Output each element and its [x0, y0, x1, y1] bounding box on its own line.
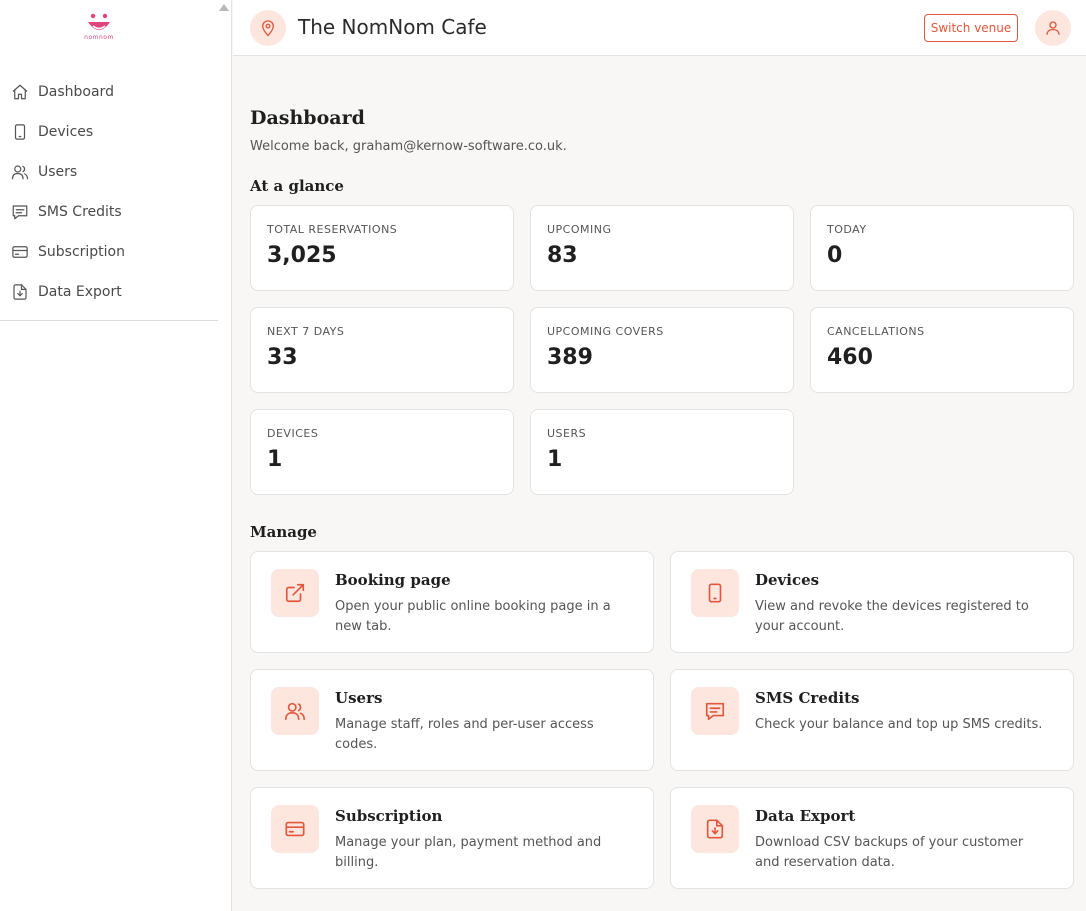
scroll-up-arrow[interactable]: [219, 4, 229, 11]
stat-upcoming-covers: Upcoming covers 389: [530, 307, 794, 393]
stat-label: Next 7 days: [267, 325, 345, 338]
stat-value: 83: [547, 243, 578, 268]
phone-icon: [14, 124, 26, 140]
stat-value: 1: [267, 447, 283, 472]
stat-label: Users: [547, 427, 587, 440]
card-icon-box: [271, 569, 319, 617]
stat-label: Cancellations: [827, 325, 925, 338]
user-menu-button[interactable]: [1035, 10, 1071, 46]
stat-cancellations: Cancellations 460: [810, 307, 1074, 393]
card-description: View and revoke the devices registered t…: [755, 599, 1029, 634]
card-description: Check your balance and top up SMS credit…: [755, 717, 1043, 732]
message-icon: [12, 205, 28, 220]
top-header: The NomNom Cafe Switch venue: [233, 0, 1086, 56]
card-title: Subscription: [335, 807, 443, 825]
card-description: Manage your plan, payment method and bil…: [335, 835, 602, 870]
sidebar: nomnom Dashboard Devices Users SMS Credi…: [0, 0, 232, 911]
stat-value: 389: [547, 345, 593, 370]
card-subscription[interactable]: Subscription Manage your plan, payment m…: [250, 787, 654, 889]
card-booking-page[interactable]: Booking page Open your public online boo…: [250, 551, 654, 653]
sidebar-item-label: Subscription: [38, 244, 125, 260]
venue-badge: [250, 10, 286, 46]
stat-label: Devices: [267, 427, 319, 440]
sidebar-item-label: Dashboard: [38, 84, 114, 100]
stat-value: 460: [827, 345, 873, 370]
home-icon: [12, 84, 28, 100]
credit-card-icon: [12, 246, 28, 258]
card-sms-credits[interactable]: SMS Credits Check your balance and top u…: [670, 669, 1074, 771]
card-title: Devices: [755, 571, 820, 589]
stat-upcoming: Upcoming 83: [530, 205, 794, 291]
switch-venue-button[interactable]: Switch venue: [924, 14, 1018, 42]
stat-label: Upcoming covers: [547, 325, 664, 338]
sidebar-item-data-export[interactable]: Data Export: [0, 272, 218, 312]
stat-total-reservations: Total reservations 3,025: [250, 205, 514, 291]
card-icon-box: [691, 569, 739, 617]
users-icon: [11, 165, 29, 180]
logo-text: nomnom: [84, 34, 114, 41]
card-description: Download CSV backups of your customer an…: [755, 835, 1024, 870]
sidebar-item-subscription[interactable]: Subscription: [0, 232, 218, 272]
stat-value: 3,025: [267, 243, 337, 268]
manage-heading: Manage: [250, 523, 317, 541]
page-title: Dashboard: [250, 107, 365, 129]
stat-next-7-days: Next 7 days 33: [250, 307, 514, 393]
card-icon-box: [691, 687, 739, 735]
sidebar-item-label: Devices: [38, 124, 94, 140]
stat-label: Today: [827, 223, 867, 236]
sidebar-item-dashboard[interactable]: Dashboard: [0, 72, 218, 112]
venue-name: The NomNom Cafe: [298, 15, 487, 39]
message-icon: [705, 702, 725, 721]
stat-devices: Devices 1: [250, 409, 514, 495]
stat-label: Upcoming: [547, 223, 612, 236]
card-users[interactable]: Users Manage staff, roles and per-user a…: [250, 669, 654, 771]
at-a-glance-heading: At a glance: [250, 177, 344, 195]
sidebar-divider: [0, 320, 218, 321]
user-icon: [1046, 21, 1060, 35]
stat-value: 0: [827, 243, 843, 268]
card-title: Booking page: [335, 571, 451, 589]
users-icon: [285, 702, 305, 721]
sidebar-item-devices[interactable]: Devices: [0, 112, 218, 152]
card-description: Manage staff, roles and per-user access …: [335, 717, 594, 752]
card-data-export[interactable]: Data Export Download CSV backups of your…: [670, 787, 1074, 889]
stat-value: 33: [267, 345, 298, 370]
card-icon-box: [271, 687, 319, 735]
sidebar-item-label: Users: [38, 164, 78, 180]
card-icon-box: [691, 805, 739, 853]
sidebar-item-label: Data Export: [38, 284, 122, 300]
card-title: SMS Credits: [755, 689, 860, 707]
sidebar-item-sms-credits[interactable]: SMS Credits: [0, 192, 218, 232]
welcome-message: Welcome back, graham@kernow-software.co.…: [250, 139, 567, 154]
phone-icon: [708, 583, 722, 603]
card-title: Data Export: [755, 807, 856, 825]
sidebar-nav: Dashboard Devices Users SMS Credits Subs…: [0, 72, 218, 312]
file-download-icon: [706, 819, 724, 839]
main-content: Dashboard Welcome back, graham@kernow-so…: [233, 57, 1086, 911]
stat-users: Users 1: [530, 409, 794, 495]
sidebar-item-users[interactable]: Users: [0, 152, 218, 192]
card-devices[interactable]: Devices View and revoke the devices regi…: [670, 551, 1074, 653]
card-description: Open your public online booking page in …: [335, 599, 611, 634]
stat-value: 1: [547, 447, 563, 472]
sidebar-item-label: SMS Credits: [38, 204, 122, 220]
external-link-icon: [285, 583, 305, 603]
credit-card-icon: [285, 821, 305, 837]
card-icon-box: [271, 805, 319, 853]
stat-today: Today 0: [810, 205, 1074, 291]
card-title: Users: [335, 689, 383, 707]
file-download-icon: [13, 284, 27, 300]
location-pin-icon: [262, 20, 274, 37]
stat-label: Total reservations: [267, 223, 398, 236]
